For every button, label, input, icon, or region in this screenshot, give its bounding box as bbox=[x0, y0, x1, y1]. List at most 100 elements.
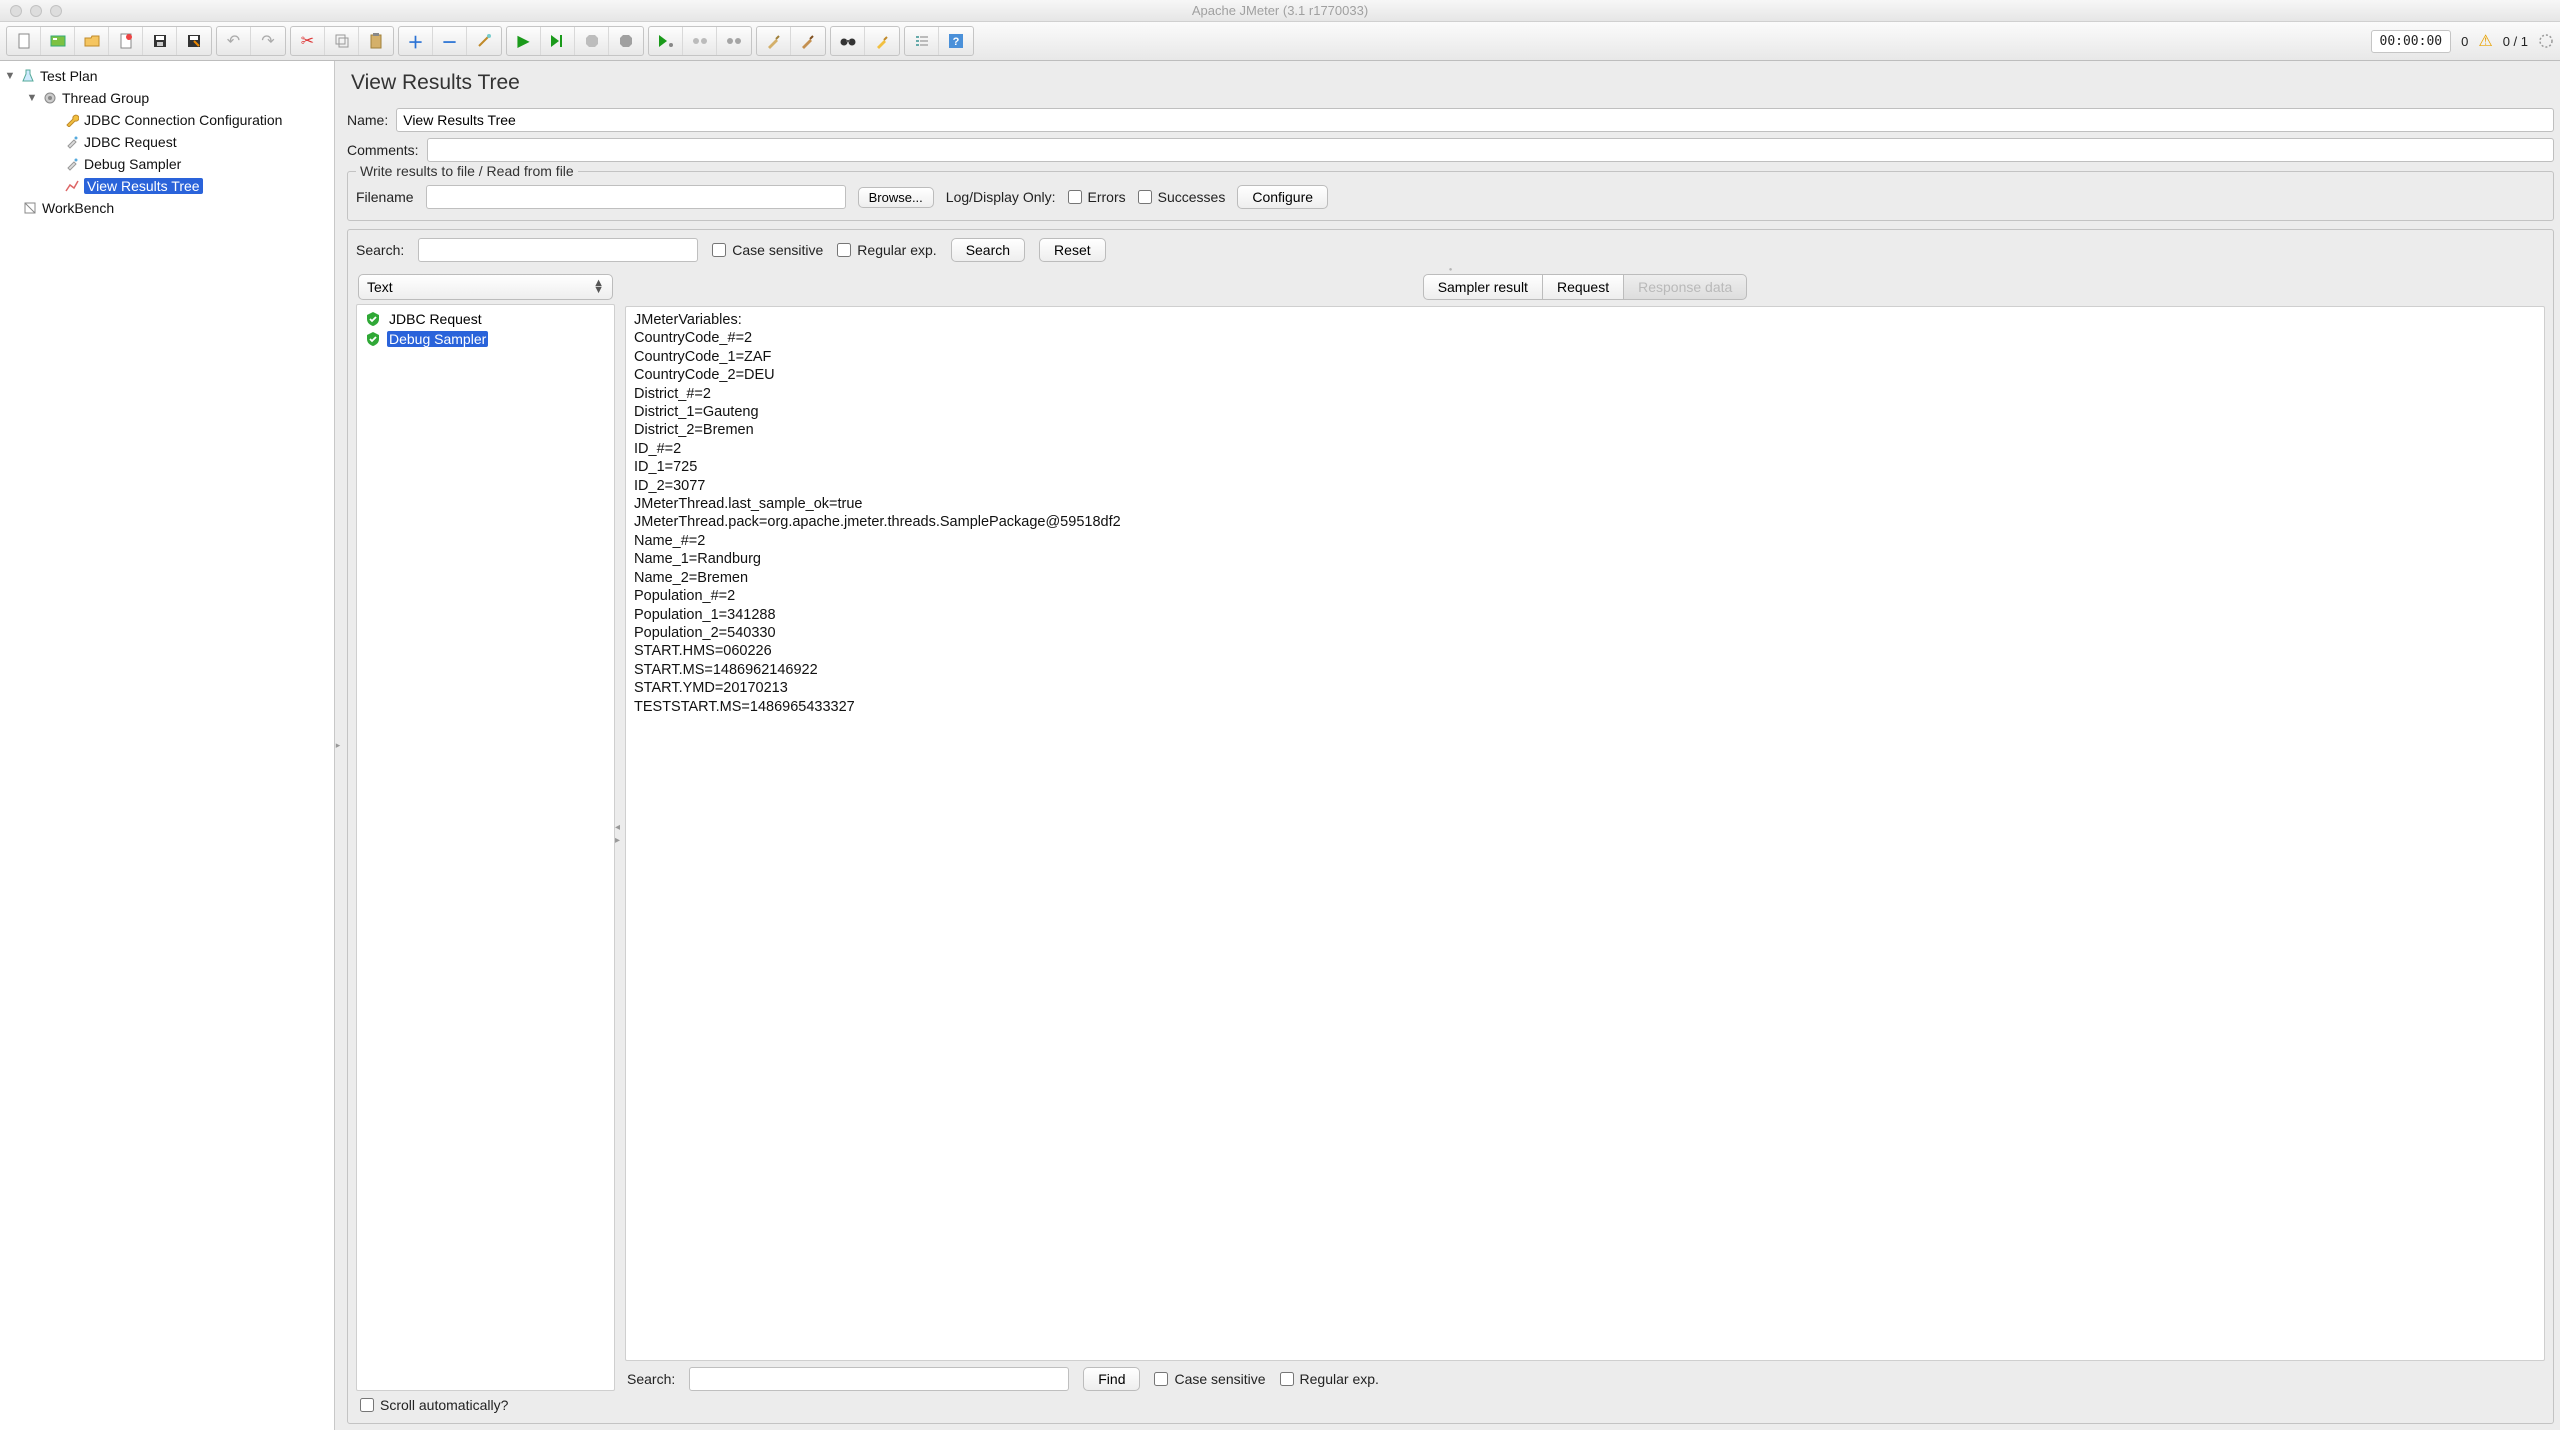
test-plan-tree[interactable]: ▼ Test Plan ▼ Thread Group JDBC Connecti… bbox=[0, 61, 335, 1430]
wrench-icon bbox=[64, 112, 80, 128]
tree-search-row: Search: Case sensitive Regular exp. Sear… bbox=[356, 238, 2545, 262]
successes-checkbox[interactable]: Successes bbox=[1138, 189, 1226, 205]
list-icon bbox=[915, 34, 929, 48]
function-helper-button[interactable] bbox=[905, 27, 939, 55]
tree-jdbc-connection[interactable]: JDBC Connection Configuration bbox=[0, 109, 334, 131]
templates-button[interactable] bbox=[41, 27, 75, 55]
remote-stop-button[interactable] bbox=[683, 27, 717, 55]
reset-button[interactable]: Reset bbox=[1039, 238, 1106, 262]
save-as-button[interactable] bbox=[177, 27, 211, 55]
broom-icon bbox=[766, 33, 782, 49]
zoom-window-icon[interactable] bbox=[50, 5, 62, 17]
redo-icon: ↷ bbox=[261, 31, 274, 51]
scroll-label: Scroll automatically? bbox=[380, 1397, 508, 1413]
close-window-icon[interactable] bbox=[10, 5, 22, 17]
scissors-icon: ✂ bbox=[301, 31, 314, 51]
case-checkbox[interactable]: Case sensitive bbox=[712, 242, 823, 258]
bottom-case-checkbox[interactable]: Case sensitive bbox=[1154, 1371, 1265, 1387]
toolbar: ↶ ↷ ✂ ＋ － ▶ ? 00:00:00 0 ⚠ 0 / 1 bbox=[0, 22, 2560, 61]
save-icon bbox=[152, 33, 168, 49]
status-area: 00:00:00 0 ⚠ 0 / 1 bbox=[2371, 30, 2555, 53]
help-button[interactable]: ? bbox=[939, 27, 973, 55]
name-label: Name: bbox=[347, 112, 388, 128]
tree-jdbc-request[interactable]: JDBC Request bbox=[0, 131, 334, 153]
tree-testplan[interactable]: ▼ Test Plan bbox=[0, 65, 334, 87]
tab-response-data[interactable]: Response data bbox=[1623, 274, 1747, 300]
cut-button[interactable]: ✂ bbox=[291, 27, 325, 55]
remote-play-icon bbox=[658, 34, 674, 48]
broom-all-icon bbox=[800, 33, 816, 49]
reset-search-button[interactable] bbox=[865, 27, 899, 55]
name-input[interactable] bbox=[396, 108, 2554, 132]
results-list[interactable]: JDBC Request Debug Sampler bbox=[356, 304, 615, 1391]
collapse-button[interactable]: － bbox=[433, 27, 467, 55]
regex-label: Regular exp. bbox=[857, 242, 936, 258]
find-button[interactable]: Find bbox=[1083, 1367, 1140, 1391]
result-item[interactable]: JDBC Request bbox=[359, 309, 612, 329]
remote-stop-icon bbox=[692, 34, 708, 48]
filename-input[interactable] bbox=[426, 185, 846, 209]
play-next-icon bbox=[550, 34, 566, 48]
browse-button[interactable]: Browse... bbox=[858, 187, 934, 208]
renderer-combo[interactable]: Text ▲▼ bbox=[358, 274, 613, 300]
paste-button[interactable] bbox=[359, 27, 393, 55]
minimize-window-icon[interactable] bbox=[30, 5, 42, 17]
clear-all-button[interactable] bbox=[791, 27, 825, 55]
tree-threadgroup[interactable]: ▼ Thread Group bbox=[0, 87, 334, 109]
tab-request[interactable]: Request bbox=[1542, 274, 1624, 300]
comments-label: Comments: bbox=[347, 142, 419, 158]
tree-workbench[interactable]: WorkBench bbox=[0, 197, 334, 219]
copy-button[interactable] bbox=[325, 27, 359, 55]
configure-button[interactable]: Configure bbox=[1237, 185, 1328, 209]
elapsed-time: 00:00:00 bbox=[2371, 30, 2452, 53]
search-button[interactable]: Search bbox=[951, 238, 1025, 262]
results-splitter[interactable]: ◂▸ bbox=[615, 274, 625, 1391]
pipette-icon bbox=[64, 156, 80, 172]
comments-row: Comments: bbox=[347, 135, 2554, 165]
horizontal-splitter[interactable] bbox=[356, 268, 2545, 272]
file-fieldset: Write results to file / Read from file F… bbox=[347, 171, 2554, 221]
shutdown-button[interactable] bbox=[609, 27, 643, 55]
toggle-button[interactable] bbox=[467, 27, 501, 55]
stop-button[interactable] bbox=[575, 27, 609, 55]
clear-button[interactable] bbox=[757, 27, 791, 55]
tree-view-results[interactable]: View Results Tree bbox=[0, 175, 334, 197]
regex-checkbox[interactable]: Regular exp. bbox=[837, 242, 936, 258]
close-button[interactable] bbox=[109, 27, 143, 55]
start-button[interactable]: ▶ bbox=[507, 27, 541, 55]
scroll-auto-checkbox[interactable]: Scroll automatically? bbox=[360, 1397, 2541, 1413]
response-text[interactable]: JMeterVariables: CountryCode_#=2 Country… bbox=[625, 306, 2545, 1361]
errors-checkbox[interactable]: Errors bbox=[1068, 189, 1126, 205]
tree-debug-sampler[interactable]: Debug Sampler bbox=[0, 153, 334, 175]
results-left-column: Text ▲▼ JDBC Request Debug Sampler bbox=[356, 274, 615, 1391]
undo-button[interactable]: ↶ bbox=[217, 27, 251, 55]
remote-start-button[interactable] bbox=[649, 27, 683, 55]
vertical-splitter[interactable] bbox=[335, 61, 341, 1430]
tree-label: WorkBench bbox=[42, 200, 114, 216]
save-button[interactable] bbox=[143, 27, 177, 55]
chevron-down-icon[interactable]: ▼ bbox=[26, 92, 38, 104]
result-item[interactable]: Debug Sampler bbox=[359, 329, 612, 349]
new-button[interactable] bbox=[7, 27, 41, 55]
remote-shutdown-button[interactable] bbox=[717, 27, 751, 55]
renderer-value: Text bbox=[367, 279, 393, 295]
chevron-down-icon[interactable]: ▼ bbox=[4, 70, 16, 82]
tree-label: Test Plan bbox=[40, 68, 98, 84]
results-detail-column: Sampler result Request Response data JMe… bbox=[625, 274, 2545, 1391]
search-tree-button[interactable] bbox=[831, 27, 865, 55]
tab-sampler-result[interactable]: Sampler result bbox=[1423, 274, 1543, 300]
open-button[interactable] bbox=[75, 27, 109, 55]
warning-icon[interactable]: ⚠ bbox=[2478, 31, 2492, 51]
search-input[interactable] bbox=[418, 238, 698, 262]
graph-icon bbox=[64, 178, 80, 194]
redo-button[interactable]: ↷ bbox=[251, 27, 285, 55]
filename-label: Filename bbox=[356, 189, 414, 205]
start-no-pause-button[interactable] bbox=[541, 27, 575, 55]
logdisplay-label: Log/Display Only: bbox=[946, 189, 1056, 205]
expand-button[interactable]: ＋ bbox=[399, 27, 433, 55]
copy-icon bbox=[335, 34, 349, 48]
bottom-search-input[interactable] bbox=[689, 1367, 1069, 1391]
comments-input[interactable] bbox=[427, 138, 2554, 162]
bottom-regex-checkbox[interactable]: Regular exp. bbox=[1280, 1371, 1379, 1387]
gear-icon bbox=[42, 90, 58, 106]
